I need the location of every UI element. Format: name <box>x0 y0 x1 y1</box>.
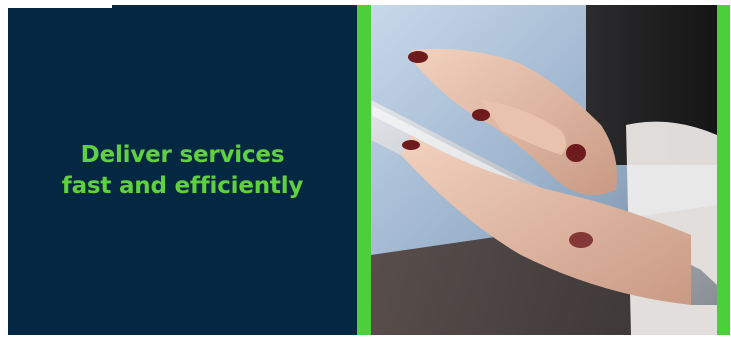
top-left-strip <box>8 5 112 8</box>
photo-illustration <box>371 5 717 335</box>
headline-line-1: Deliver services <box>80 142 285 168</box>
headline-line-2: fast and efficiently <box>61 173 304 199</box>
hand-tablet-photo <box>371 5 717 335</box>
slide-frame: Deliver services fast and efficiently <box>8 5 730 337</box>
green-border-panel <box>357 5 730 335</box>
text-panel: Deliver services fast and efficiently <box>8 5 357 335</box>
headline: Deliver services fast and efficiently <box>8 140 357 202</box>
